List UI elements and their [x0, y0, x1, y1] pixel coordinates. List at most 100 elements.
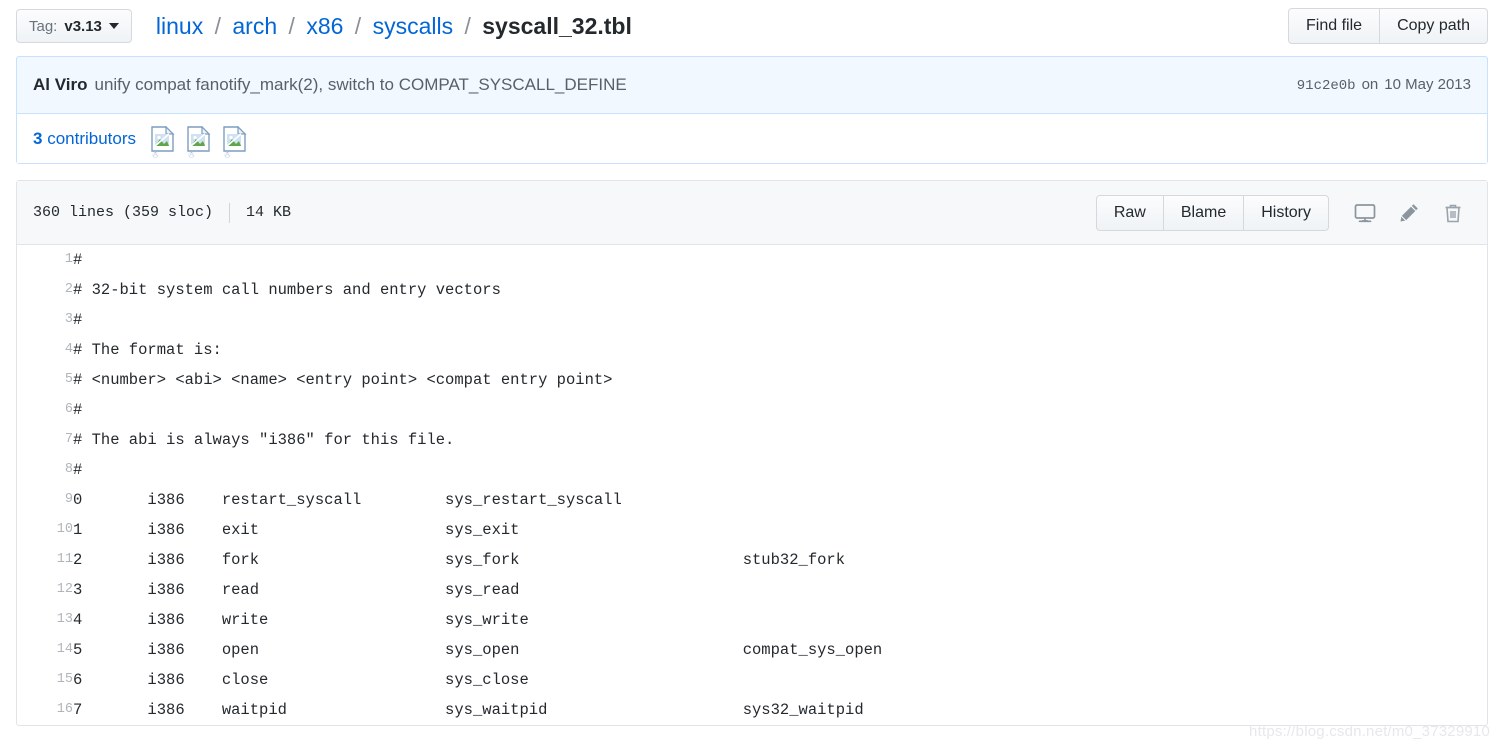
breadcrumb-current-file: syscall_32.tbl — [482, 12, 632, 39]
code-line-row: 2 # 32-bit system call numbers and entry… — [17, 275, 1487, 305]
line-content: 6 i386 close sys_close — [73, 671, 529, 689]
breadcrumb: linux / arch / x86 / syscalls / syscall_… — [156, 12, 632, 39]
line-number[interactable]: 6 — [17, 395, 73, 425]
line-number[interactable]: 2 — [17, 275, 73, 305]
breadcrumb-separator: / — [288, 12, 295, 39]
line-content: 4 i386 write sys_write — [73, 611, 529, 629]
line-content: # — [73, 461, 83, 479]
line-number[interactable]: 16 — [17, 695, 73, 725]
code-line-row: 16 7 i386 waitpid sys_waitpid sys32_wait… — [17, 695, 1487, 725]
line-content: # — [73, 311, 83, 329]
line-content: 1 i386 exit sys_exit — [73, 521, 520, 539]
file-stats: 360 lines (359 sloc) 14 KB — [33, 202, 291, 223]
breadcrumb-separator: / — [354, 12, 362, 39]
line-content: 2 i386 fork sys_fork stub32_fork — [73, 551, 846, 569]
code-line-row: 8 # — [17, 455, 1487, 485]
commit-author[interactable]: Al Viro — [33, 75, 87, 95]
contributors-label: contributors — [47, 128, 137, 148]
copy-path-button[interactable]: Copy path — [1379, 8, 1488, 44]
line-number[interactable]: 10 — [17, 515, 73, 545]
line-content: # <number> <abi> <name> <entry point> <c… — [73, 371, 613, 389]
avatar-broken-image-icon[interactable]: ☃ — [222, 125, 248, 160]
file-box: 360 lines (359 sloc) 14 KB Raw Blame His… — [16, 180, 1488, 726]
commit-date-prefix: on — [1361, 76, 1379, 93]
contributors-link[interactable]: 3 contributors — [33, 129, 136, 149]
blame-button[interactable]: Blame — [1162, 194, 1245, 231]
breadcrumb-item-arch[interactable]: arch — [232, 13, 277, 39]
line-number[interactable]: 3 — [17, 305, 73, 335]
code-line-row: 4 # The format is: — [17, 335, 1487, 365]
topbar-actions: Find file Copy path — [1288, 8, 1488, 44]
line-content: 3 i386 read sys_read — [73, 581, 520, 599]
avatar-broken-image-icon[interactable]: ☃ — [150, 125, 176, 160]
line-number[interactable]: 4 — [17, 335, 73, 365]
code-line-row: 14 5 i386 open sys_open compat_sys_open — [17, 635, 1487, 665]
line-content: # — [73, 251, 83, 269]
edit-file-button[interactable] — [1387, 195, 1431, 231]
code-line-row: 10 1 i386 exit sys_exit — [17, 515, 1487, 545]
github-file-view-page: Tag: v3.13 linux / arch / x86 / syscalls… — [0, 0, 1504, 746]
latest-commit-box: Al Viro unify compat fanotify_mark(2), s… — [16, 56, 1488, 164]
line-number[interactable]: 1 — [17, 245, 73, 275]
file-code-viewer: 1 # 2 # 32-bit system call numbers and e… — [17, 245, 1487, 725]
line-number[interactable]: 15 — [17, 665, 73, 695]
contributor-avatars: ☃ ☃ ☃ — [150, 125, 248, 160]
line-content: # 32-bit system call numbers and entry v… — [73, 281, 501, 299]
breadcrumb-separator: / — [214, 12, 221, 39]
topbar-button-group: Find file Copy path — [1288, 8, 1488, 44]
tag-selector-button[interactable]: Tag: v3.13 — [16, 9, 132, 43]
line-number[interactable]: 9 — [17, 485, 73, 515]
line-number[interactable]: 11 — [17, 545, 73, 575]
file-view-button-group: Raw Blame History — [1095, 194, 1329, 231]
code-line-row: 12 3 i386 read sys_read — [17, 575, 1487, 605]
chevron-down-icon — [108, 23, 119, 29]
code-line-row: 13 4 i386 write sys_write — [17, 605, 1487, 635]
find-file-button[interactable]: Find file — [1288, 8, 1381, 44]
code-line-row: 11 2 i386 fork sys_fork stub32_fork — [17, 545, 1487, 575]
delete-file-button[interactable] — [1431, 195, 1475, 231]
code-line-row: 5 # <number> <abi> <name> <entry point> … — [17, 365, 1487, 395]
code-line-row: 9 0 i386 restart_syscall sys_restart_sys… — [17, 485, 1487, 515]
file-line-count: 360 lines (359 sloc) — [33, 204, 214, 221]
breadcrumb-item-repo[interactable]: linux — [156, 13, 203, 39]
commit-sha[interactable]: 91c2e0b — [1297, 78, 1356, 94]
commit-message[interactable]: unify compat fanotify_mark(2), switch to… — [94, 75, 626, 95]
latest-commit-row: Al Viro unify compat fanotify_mark(2), s… — [17, 57, 1487, 113]
raw-button[interactable]: Raw — [1095, 194, 1164, 231]
code-line-row: 1 # — [17, 245, 1487, 275]
avatar-alt-text: ☃ — [187, 149, 196, 160]
line-number[interactable]: 14 — [17, 635, 73, 665]
file-stats-divider — [229, 202, 231, 223]
avatar-broken-image-icon[interactable]: ☃ — [186, 125, 212, 160]
repository-topbar: Tag: v3.13 linux / arch / x86 / syscalls… — [0, 0, 1504, 52]
line-number[interactable]: 12 — [17, 575, 73, 605]
code-line-row: 3 # — [17, 305, 1487, 335]
code-line-row: 6 # — [17, 395, 1487, 425]
file-header-toolbar: 360 lines (359 sloc) 14 KB Raw Blame His… — [17, 181, 1487, 245]
breadcrumb-separator: / — [464, 12, 471, 39]
breadcrumb-item-syscalls[interactable]: syscalls — [373, 13, 454, 39]
tag-selector-value: v3.13 — [64, 17, 102, 35]
commit-meta: 91c2e0b on 10 May 2013 — [1297, 76, 1471, 94]
line-content: 0 i386 restart_syscall sys_restart_sysca… — [73, 491, 622, 509]
line-content: # — [73, 401, 83, 419]
breadcrumb-item-x86[interactable]: x86 — [306, 13, 343, 39]
line-number[interactable]: 8 — [17, 455, 73, 485]
line-number[interactable]: 5 — [17, 365, 73, 395]
history-button[interactable]: History — [1243, 194, 1329, 231]
avatar-alt-text: ☃ — [151, 149, 160, 160]
line-number[interactable]: 7 — [17, 425, 73, 455]
open-in-desktop-button[interactable] — [1343, 195, 1387, 231]
code-line-row: 15 6 i386 close sys_close — [17, 665, 1487, 695]
line-content: # The abi is always "i386" for this file… — [73, 431, 455, 449]
code-table-body: 1 # 2 # 32-bit system call numbers and e… — [17, 245, 1487, 725]
line-number[interactable]: 13 — [17, 605, 73, 635]
avatar-alt-text: ☃ — [223, 149, 232, 160]
commit-date: 10 May 2013 — [1384, 76, 1471, 93]
contributors-row: 3 contributors ☃ ☃ ☃ — [17, 113, 1487, 163]
file-actions: Raw Blame History — [1095, 194, 1475, 231]
line-content: # The format is: — [73, 341, 222, 359]
line-content: 5 i386 open sys_open compat_sys_open — [73, 641, 883, 659]
code-line-row: 7 # The abi is always "i386" for this fi… — [17, 425, 1487, 455]
code-table: 1 # 2 # 32-bit system call numbers and e… — [17, 245, 1487, 725]
